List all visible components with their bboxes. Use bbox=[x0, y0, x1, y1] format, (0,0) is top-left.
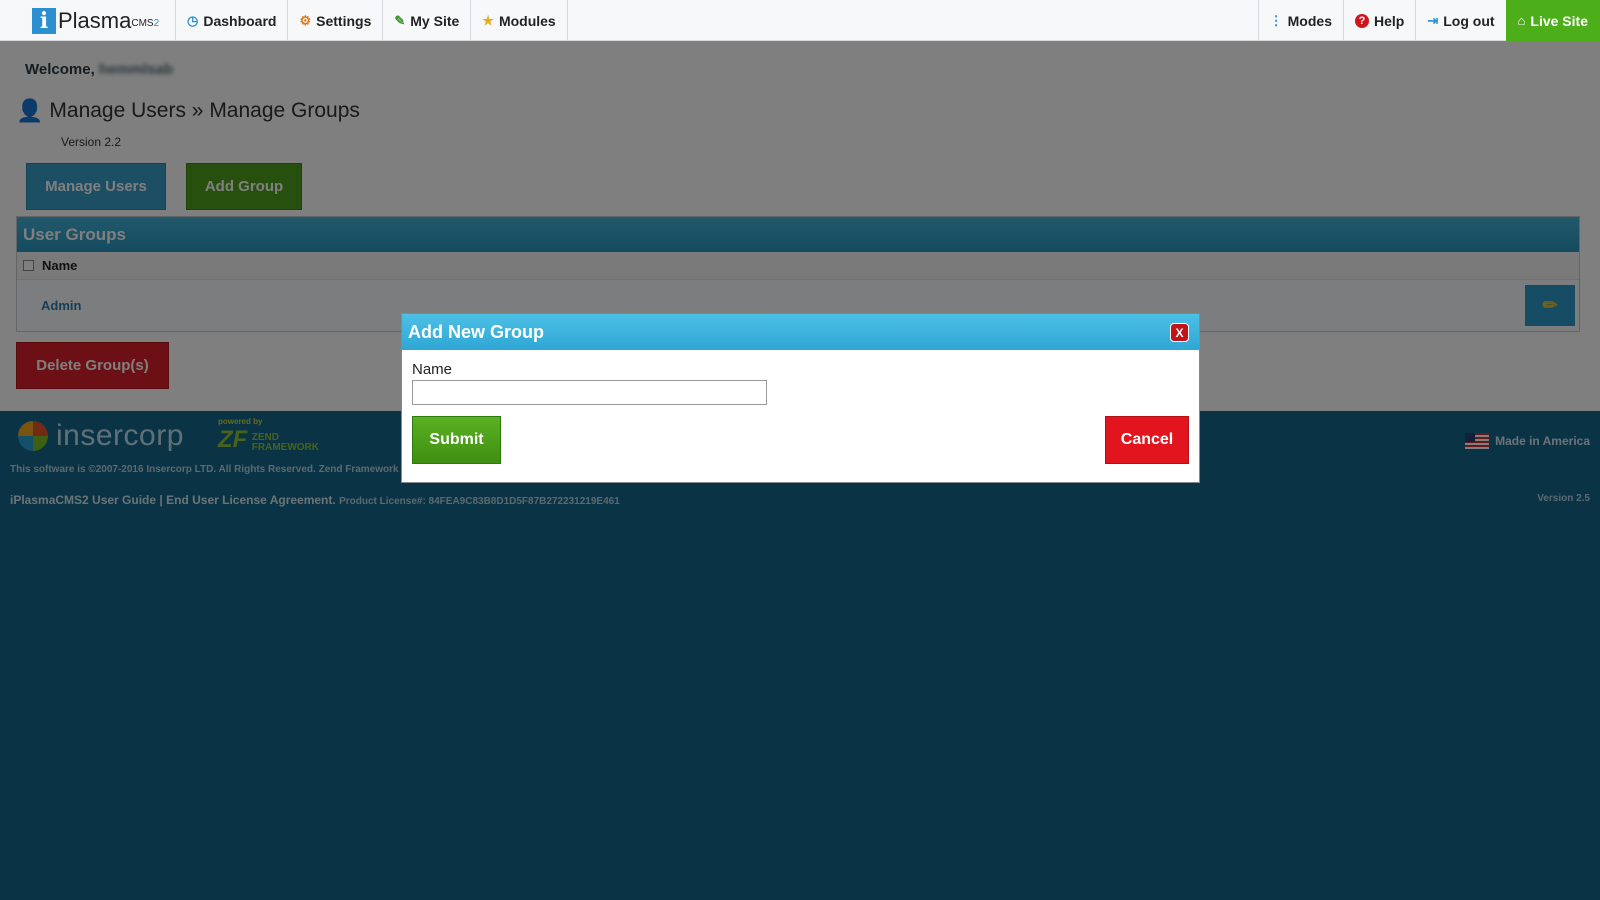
nav-logout-label: Log out bbox=[1443, 12, 1495, 29]
nav-settings[interactable]: ⚙ Settings bbox=[287, 0, 382, 41]
nav-my-site-label: My Site bbox=[410, 12, 460, 29]
logo-i-icon: i bbox=[32, 7, 56, 34]
close-icon: X bbox=[1175, 325, 1184, 340]
gear-icon: ⚙ bbox=[299, 12, 312, 28]
nav-live-site[interactable]: ⌂ Live Site bbox=[1505, 0, 1600, 41]
app-logo[interactable]: i Plasma CMS2 bbox=[0, 0, 175, 41]
nav-modules[interactable]: ★ Modules bbox=[470, 0, 568, 41]
nav-modes-label: Modes bbox=[1287, 12, 1332, 29]
dialog-title: Add New Group bbox=[408, 321, 544, 342]
dots-vertical-icon: ⋮ bbox=[1269, 12, 1283, 28]
nav-help-label: Help bbox=[1373, 12, 1405, 29]
nav-modules-label: Modules bbox=[498, 12, 556, 29]
logo-sup: CMS2 bbox=[131, 18, 160, 29]
group-name-input[interactable] bbox=[412, 380, 767, 405]
nav-live-site-label: Live Site bbox=[1530, 12, 1588, 29]
top-nav: i Plasma CMS2 ◷ Dashboard ⚙ Settings ✎ M… bbox=[0, 0, 1600, 41]
help-icon: ? bbox=[1354, 13, 1369, 28]
logout-icon: ⇥ bbox=[1427, 12, 1439, 28]
nav-logout[interactable]: ⇥ Log out bbox=[1415, 0, 1505, 41]
star-icon: ★ bbox=[482, 12, 494, 28]
group-name-label: Name bbox=[412, 361, 453, 378]
close-button[interactable]: X bbox=[1170, 323, 1189, 342]
nav-help[interactable]: ? Help bbox=[1342, 0, 1415, 41]
edit-icon: ✎ bbox=[394, 12, 406, 28]
home-icon: ⌂ bbox=[1517, 13, 1526, 28]
submit-button[interactable]: Submit bbox=[412, 416, 501, 464]
nav-dashboard-label: Dashboard bbox=[203, 12, 277, 29]
nav-dashboard[interactable]: ◷ Dashboard bbox=[175, 0, 287, 41]
nav-modes[interactable]: ⋮ Modes bbox=[1257, 0, 1343, 41]
dialog-header: Add New Group X bbox=[402, 314, 1199, 350]
cancel-button[interactable]: Cancel bbox=[1105, 416, 1189, 464]
dashboard-icon: ◷ bbox=[187, 12, 199, 28]
add-group-dialog: Add New Group X Name Submit Cancel bbox=[401, 313, 1200, 483]
nav-settings-label: Settings bbox=[316, 12, 372, 29]
logo-name: Plasma bbox=[58, 7, 132, 33]
nav-my-site[interactable]: ✎ My Site bbox=[382, 0, 470, 41]
